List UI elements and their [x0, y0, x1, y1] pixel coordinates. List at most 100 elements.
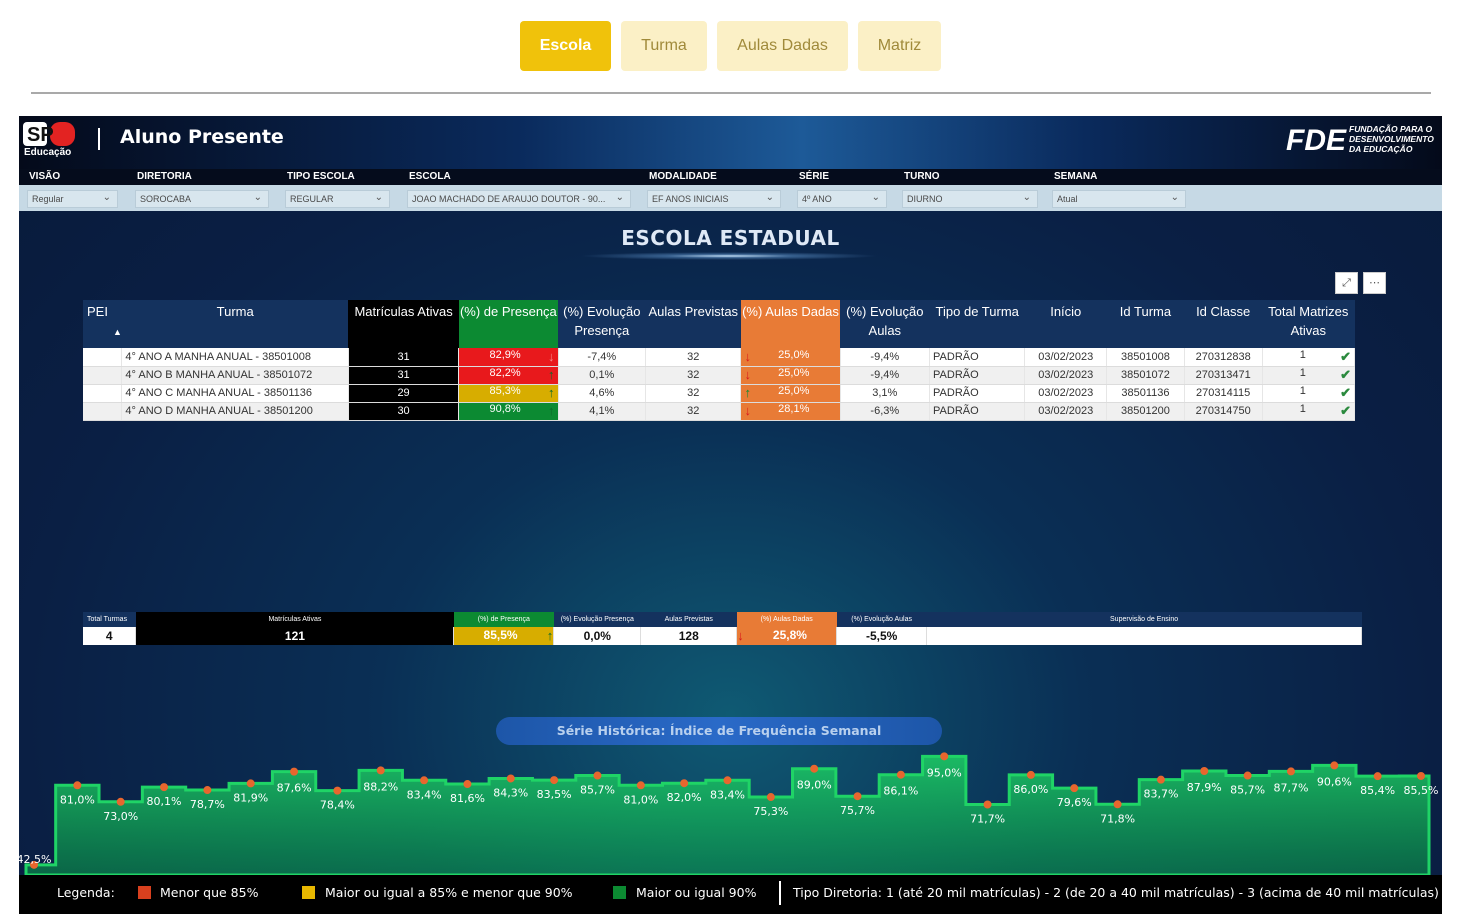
tab-turma[interactable]: Turma [621, 21, 707, 71]
data-point[interactable] [290, 767, 299, 776]
data-point[interactable] [333, 786, 342, 795]
svg-text:FDE: FDE [1286, 124, 1347, 155]
arrow-up-icon: ↑ [548, 403, 555, 418]
filter-turno-select[interactable]: DIURNO ⌄ [902, 190, 1038, 208]
tab-aulas-dadas[interactable]: Aulas Dadas [717, 21, 848, 71]
data-label: 78,4% [320, 799, 355, 812]
col-aulas-dadas[interactable]: (%) Aulas Dadas [740, 300, 841, 348]
data-label: 85,5% [1404, 784, 1439, 797]
sp-logo: SP [23, 122, 75, 146]
data-point[interactable] [983, 800, 992, 809]
cell-turma: 4° ANO A MANHA ANUAL - 38501008 [121, 348, 349, 367]
data-point[interactable] [1286, 767, 1295, 776]
data-point[interactable] [680, 779, 689, 788]
data-point[interactable] [896, 770, 905, 779]
col-evol-presenca[interactable]: (%) Evolução Presença [558, 300, 646, 348]
data-label: 89,0% [797, 779, 832, 792]
data-point[interactable] [1243, 771, 1252, 780]
tot-evol-presenca: 0,0% [553, 627, 642, 645]
data-point[interactable] [463, 780, 472, 789]
tab-matriz[interactable]: Matriz [858, 21, 941, 71]
data-point[interactable] [246, 779, 255, 788]
col-total-matrizes[interactable]: Total Matrizes Ativas [1262, 300, 1355, 348]
table-row[interactable]: 4° ANO D MANHA ANUAL - 38501200 30 90,8% ↑ 4… [83, 402, 1356, 421]
data-point[interactable] [1417, 771, 1425, 780]
data-point[interactable] [1113, 800, 1122, 809]
col-id-classe[interactable]: Id Classe [1184, 300, 1263, 348]
table-row[interactable]: 4° ANO B MANHA ANUAL - 38501072 31 82,2% ↑ 0… [83, 366, 1356, 385]
filter-labels: VISÃO DIRETORIA TIPO ESCOLA ESCOLA MODAL… [19, 169, 1442, 185]
data-point[interactable] [73, 781, 82, 790]
data-point[interactable] [1330, 761, 1339, 770]
tot-aulas-dadas: ↓ 25,8% [736, 627, 838, 645]
col-turma[interactable]: Turma [121, 300, 349, 348]
tot-col-matriculas: Matrículas Ativas [135, 612, 454, 627]
data-point[interactable] [420, 776, 429, 785]
col-aulas-previstas[interactable]: Aulas Previstas [645, 300, 741, 348]
cell-evol-presenca: 4,1% [558, 402, 647, 421]
data-label: 88,2% [363, 780, 398, 793]
totals-table: Total Turmas Matrículas Ativas (%) de Pr… [83, 612, 1362, 645]
filter-modalidade-select[interactable]: EF ANOS INICIAIS ⌄ [647, 190, 781, 208]
filter-diretoria-select[interactable]: SOROCABA ⌄ [135, 190, 269, 208]
more-options-icon[interactable]: ⋯ [1363, 272, 1386, 294]
col-pei[interactable]: PEI ▲ [83, 300, 122, 348]
cell-id-turma: 38501136 [1106, 384, 1185, 403]
chevron-down-icon: ⌄ [374, 192, 383, 203]
cell-inicio: 03/02/2023 [1024, 402, 1108, 421]
data-label: 87,6% [277, 782, 312, 795]
table-row[interactable]: 4° ANO A MANHA ANUAL - 38501008 31 82,9% ↓ -… [83, 348, 1356, 367]
data-label: 83,7% [1143, 788, 1178, 801]
data-point[interactable] [203, 786, 212, 795]
cell-evol-aulas: -9,4% [840, 366, 931, 385]
check-icon: ✔ [1340, 367, 1351, 382]
cell-turma: 4° ANO C MANHA ANUAL - 38501136 [121, 384, 349, 403]
data-point[interactable] [1200, 767, 1209, 776]
dashboard: SP Educação Aluno Presente FDE FUNDAÇÃO … [19, 116, 1442, 914]
data-point[interactable] [160, 783, 169, 792]
data-point[interactable] [723, 776, 732, 785]
data-point[interactable] [1070, 784, 1079, 793]
data-point[interactable] [853, 792, 862, 801]
tab-escola[interactable]: Escola [520, 21, 611, 71]
table-row[interactable]: 4° ANO C MANHA ANUAL - 38501136 29 85,3% ↑ 4… [83, 384, 1356, 403]
data-label: 81,9% [233, 791, 268, 804]
tot-col-aulas-dadas: (%) Aulas Dadas [736, 612, 837, 627]
filter-serie-select[interactable]: 4º ANO ⌄ [797, 190, 887, 208]
data-label: 81,0% [60, 793, 95, 806]
col-matriculas[interactable]: Matrículas Ativas [348, 300, 459, 348]
filter-semana-select[interactable]: Atual ⌄ [1052, 190, 1186, 208]
expand-icon[interactable]: ⤢ [1335, 272, 1358, 294]
data-point[interactable] [376, 766, 385, 775]
cell-evol-presenca: 4,6% [558, 384, 647, 403]
data-point[interactable] [766, 793, 775, 802]
data-point[interactable] [1026, 770, 1035, 779]
data-point[interactable] [940, 752, 949, 761]
legend-item-green: Maior ou igual 90% [636, 885, 757, 900]
tot-col-aulas-previstas: Aulas Previstas [640, 612, 737, 627]
filter-label-semana: SEMANA [1054, 171, 1098, 182]
data-point[interactable] [1156, 775, 1165, 784]
arrow-up-icon: ↑ [548, 367, 555, 382]
cell-aulas-previstas: 32 [645, 366, 742, 385]
col-inicio[interactable]: Início [1024, 300, 1107, 348]
data-point[interactable] [593, 771, 602, 780]
filter-tipo-escola-select[interactable]: REGULAR ⌄ [285, 190, 390, 208]
cell-id-classe: 270312838 [1184, 348, 1263, 367]
col-tipo-turma[interactable]: Tipo de Turma [929, 300, 1025, 348]
data-point[interactable] [636, 781, 645, 790]
app-title: Aluno Presente [120, 126, 284, 148]
data-point[interactable] [810, 764, 819, 773]
data-point[interactable] [550, 776, 559, 785]
cell-evol-aulas: -6,3% [840, 402, 931, 421]
filter-modalidade-value: EF ANOS INICIAIS [652, 194, 729, 204]
data-point[interactable] [506, 774, 515, 783]
data-point[interactable] [1373, 772, 1382, 781]
col-evol-aulas[interactable]: (%) Evolução Aulas [840, 300, 930, 348]
col-id-turma[interactable]: Id Turma [1106, 300, 1185, 348]
filter-visao-select[interactable]: Regular ⌄ [27, 190, 118, 208]
data-point[interactable] [116, 797, 125, 806]
filter-label-escola: ESCOLA [409, 171, 451, 182]
filter-escola-select[interactable]: JOAO MACHADO DE ARAUJO DOUTOR - 90... ⌄ [407, 190, 631, 208]
col-presenca[interactable]: (%) de Presença [458, 300, 559, 348]
